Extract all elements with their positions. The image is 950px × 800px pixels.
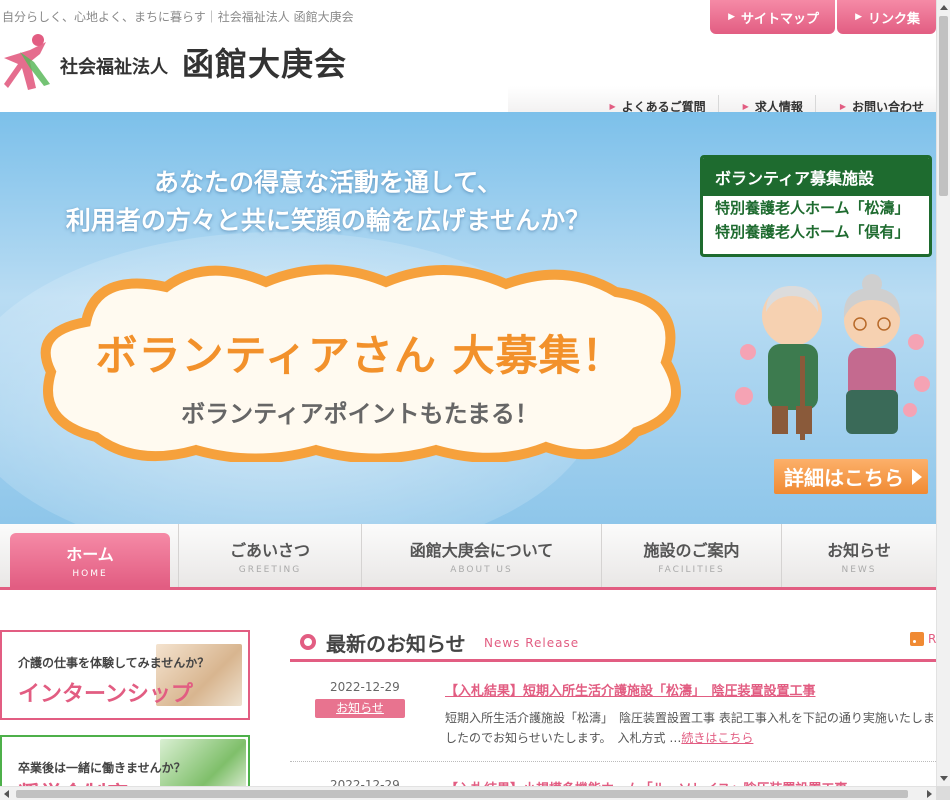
logo-figure-icon	[4, 34, 50, 90]
nav-news[interactable]: お知らせ NEWS	[781, 524, 936, 587]
hero-banner[interactable]: あなたの得意な活動を通して、 利用者の方々と共に笑顔の輪を広げませんか？ ボラン…	[0, 112, 936, 524]
details-button[interactable]: 詳細はこちら	[774, 459, 928, 494]
chevron-right-icon: ▶	[855, 12, 862, 22]
news-category-badge[interactable]: お知らせ	[315, 699, 405, 718]
news-title-en: News Release	[484, 636, 580, 650]
nav-greeting[interactable]: ごあいさつ GREETING	[178, 524, 361, 587]
news-title-link[interactable]: 【入札結果】短期入所生活介護施設「松濤」 陰圧装置設置工事	[445, 680, 816, 699]
chevron-right-icon: ▶	[742, 101, 749, 111]
nav-home[interactable]: ホーム HOME	[10, 533, 170, 587]
nav-facilities[interactable]: 施設のご案内 FACILITIES	[601, 524, 781, 587]
scroll-right-icon[interactable]	[927, 790, 932, 798]
logo-subtitle: 社会福祉法人	[60, 57, 168, 78]
chevron-right-icon: ▶	[839, 101, 846, 111]
cloud-subtitle: ボランティアポイントもたまる！	[181, 400, 539, 428]
internship-banner[interactable]: 介護の仕事を体験してみませんか？ インターンシップ	[0, 630, 250, 720]
horizontal-scroll-thumb[interactable]	[16, 790, 908, 798]
horizontal-scrollbar[interactable]	[0, 786, 936, 800]
site-logo[interactable]: 社会福祉法人 函館大庚会	[0, 32, 347, 92]
scroll-down-icon[interactable]	[940, 776, 948, 781]
scroll-left-icon[interactable]	[4, 790, 9, 798]
cloud-title: ボランティアさん 大募集！	[95, 331, 625, 380]
vertical-scrollbar[interactable]	[936, 0, 950, 786]
facility-kuyu: 特別養護老人ホーム「倶有」	[715, 223, 910, 241]
news-date: 2022-12-29	[330, 680, 400, 694]
sitemap-button[interactable]: ▶ サイトマップ	[710, 0, 836, 34]
news-excerpt: 短期入所生活介護施設「松濤」 陰圧装置設置工事 表記工事入札を下記の通り実施いた…	[445, 711, 935, 745]
elderly-couple-illustration	[735, 274, 930, 440]
global-nav: ホーム HOME ごあいさつ GREETING 函館大庚会について ABOUT …	[0, 524, 936, 590]
news-item: 2022-12-29 お知らせ 【入札結果】短期入所生活介護施設「松濤」 陰圧装…	[290, 680, 936, 762]
hero-message: あなたの得意な活動を通して、 利用者の方々と共に笑顔の輪を広げませんか？	[65, 168, 591, 235]
facility-shoto: 特別養護老人ホーム「松濤」	[715, 199, 910, 217]
vertical-scroll-thumb[interactable]	[939, 16, 948, 196]
links-button[interactable]: ▶ リンク集	[837, 0, 936, 34]
arrow-right-icon	[912, 469, 922, 485]
chevron-right-icon: ▶	[728, 12, 736, 22]
nav-about[interactable]: 函館大庚会について ABOUT US	[361, 524, 601, 587]
scroll-up-icon[interactable]	[940, 5, 948, 10]
chevron-right-icon: ▶	[609, 101, 616, 111]
news-header: 最新のお知らせ News Release RSS	[290, 626, 950, 662]
site-tagline: 自分らしく、心地よく、まちに暮らす｜社会福祉法人 函館大庚会	[2, 10, 354, 24]
news-title: 最新のお知らせ	[326, 632, 466, 656]
volunteer-facilities-box: ボランティア募集施設 特別養護老人ホーム「松濤」 特別養護老人ホーム「倶有」	[700, 155, 932, 257]
logo-title: 函館大庚会	[182, 45, 348, 83]
circle-bullet-icon	[300, 634, 316, 650]
read-more-link[interactable]: 続きはこちら	[681, 731, 753, 745]
scrollbar-corner	[936, 786, 950, 800]
rss-icon	[910, 632, 924, 646]
top-links: ▶ サイトマップ ▶ リンク集	[708, 0, 936, 34]
volunteer-box-title: ボランティア募集施設	[703, 158, 929, 196]
